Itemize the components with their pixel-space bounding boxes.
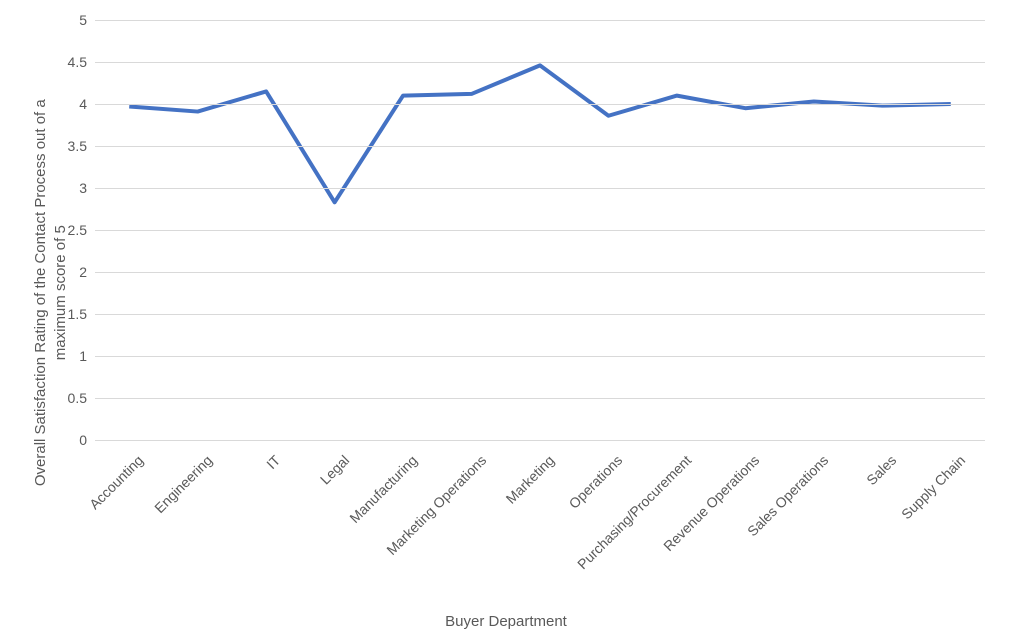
y-tick-label: 4 bbox=[79, 96, 95, 112]
x-tick-label: Legal bbox=[199, 452, 352, 605]
gridline bbox=[95, 104, 985, 105]
y-tick-label: 1 bbox=[79, 348, 95, 364]
x-axis-title: Buyer Department bbox=[445, 613, 567, 630]
gridline bbox=[95, 188, 985, 189]
y-axis-title: Overall Satisfaction Rating of the Conta… bbox=[31, 83, 70, 503]
y-tick-label: 4.5 bbox=[68, 54, 95, 70]
gridline bbox=[95, 62, 985, 63]
gridline bbox=[95, 146, 985, 147]
y-tick-label: 0.5 bbox=[68, 390, 95, 406]
x-tick-label: Sales Operations bbox=[678, 452, 831, 605]
x-tick-label: Engineering bbox=[62, 452, 215, 605]
y-tick-label: 3.5 bbox=[68, 138, 95, 154]
x-tick-label: Manufacturing bbox=[268, 452, 421, 605]
x-tick-label: Supply Chain bbox=[815, 452, 968, 605]
y-tick-label: 1.5 bbox=[68, 306, 95, 322]
y-tick-label: 0 bbox=[79, 432, 95, 448]
y-tick-label: 5 bbox=[79, 12, 95, 28]
gridline bbox=[95, 440, 985, 441]
x-tick-label: Marketing bbox=[405, 452, 558, 605]
gridline bbox=[95, 230, 985, 231]
x-tick-label: Revenue Operations bbox=[610, 452, 763, 605]
series-line bbox=[129, 65, 951, 202]
gridline bbox=[95, 20, 985, 21]
plot-area: 00.511.522.533.544.55AccountingEngineeri… bbox=[95, 20, 985, 440]
gridline bbox=[95, 272, 985, 273]
y-tick-label: 2.5 bbox=[68, 222, 95, 238]
x-tick-label: IT bbox=[131, 452, 284, 605]
y-tick-label: 3 bbox=[79, 180, 95, 196]
gridline bbox=[95, 356, 985, 357]
x-tick-label: Operations bbox=[473, 452, 626, 605]
gridline bbox=[95, 398, 985, 399]
x-tick-label: Sales bbox=[747, 452, 900, 605]
x-tick-label: Marketing Operations bbox=[336, 452, 489, 605]
chart-container: Overall Satisfaction Rating of the Conta… bbox=[0, 0, 1012, 640]
x-tick-label: Purchasing/Procurement bbox=[542, 452, 695, 605]
gridline bbox=[95, 314, 985, 315]
y-tick-label: 2 bbox=[79, 264, 95, 280]
